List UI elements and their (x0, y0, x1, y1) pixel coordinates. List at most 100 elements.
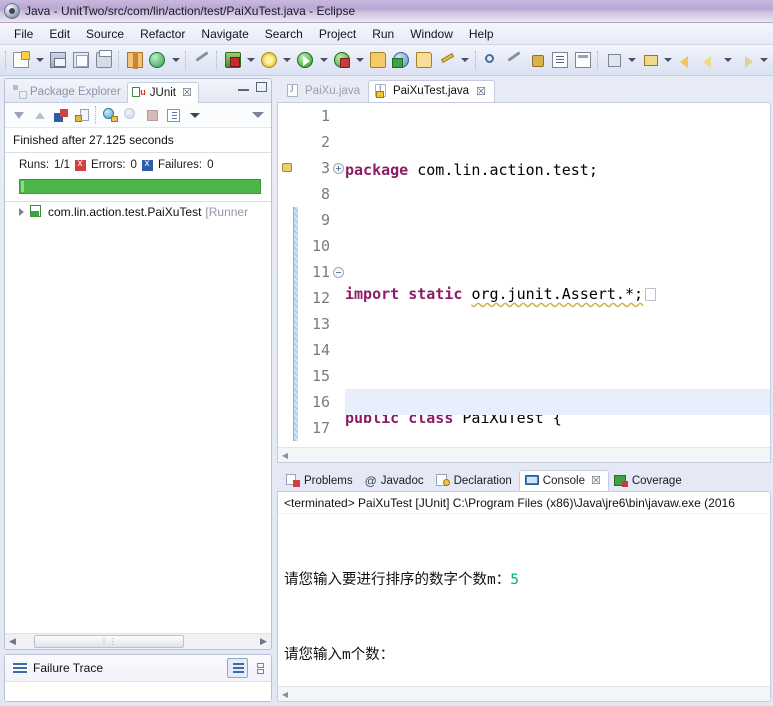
search-dropdown[interactable] (459, 50, 470, 70)
code-area[interactable]: 1 2 3 8 9 10 11 12 13 14 15 16 17 packag… (278, 103, 770, 447)
tab-junit[interactable]: u JUnit ☒ (126, 82, 199, 103)
new-wizard-dropdown[interactable] (34, 50, 45, 70)
tab-declaration[interactable]: Declaration (431, 471, 519, 491)
block-selection-button[interactable] (550, 49, 571, 71)
editor-tab-paixutest[interactable]: PaiXuTest.java ☒ (367, 80, 495, 103)
menu-file[interactable]: File (6, 25, 41, 43)
run-dropdown[interactable] (318, 50, 329, 70)
mark-occurrences-button[interactable] (191, 49, 212, 71)
annotation-ruler[interactable] (278, 103, 299, 447)
coverage-dropdown[interactable] (282, 50, 293, 70)
next-annotation-button[interactable] (481, 49, 502, 71)
scroll-left-icon[interactable]: ◀ (278, 690, 292, 699)
tree-item-test-class[interactable]: com.lin.action.test.PaiXuTest [Runner (5, 202, 271, 222)
debug-dropdown[interactable] (245, 50, 256, 70)
new-class-dropdown[interactable] (170, 50, 181, 70)
close-icon[interactable]: ☒ (182, 86, 192, 99)
history-dropdown-button[interactable] (184, 105, 205, 125)
minimize-icon[interactable] (238, 83, 249, 92)
new-java-class-button[interactable] (147, 49, 168, 71)
menu-search[interactable]: Search (257, 25, 311, 43)
junit-test-tree[interactable]: com.lin.action.test.PaiXuTest [Runner (5, 201, 271, 633)
save-button[interactable] (47, 49, 68, 71)
console-output[interactable]: 请您输入要进行排序的数字个数m：5 请您输入m个数： 10 20 11 5 7 … (278, 514, 770, 686)
editor-tab-paixu[interactable]: PaiXu.java (281, 81, 368, 102)
scroll-thumb[interactable]: ⋮⋮ (34, 635, 184, 648)
rerun-failed-tests-button[interactable] (121, 105, 142, 125)
menu-refactor[interactable]: Refactor (132, 25, 193, 43)
external-tools-button[interactable] (368, 49, 389, 71)
scroll-left-icon[interactable]: ◀ (5, 635, 20, 648)
fold-collapse-icon[interactable] (333, 266, 344, 278)
tab-javadoc[interactable]: @ Javadoc (360, 472, 431, 491)
tab-console[interactable]: Console ☒ (518, 470, 609, 492)
show-whitespace-button[interactable] (573, 49, 594, 71)
chevron-right-icon[interactable] (19, 208, 24, 216)
console-horizontal-scrollbar[interactable]: ◀ (278, 686, 770, 701)
menu-help[interactable]: Help (461, 25, 502, 43)
tab-package-explorer[interactable]: Package Explorer (9, 82, 127, 102)
junit-horizontal-scrollbar[interactable]: ◀ ⋮⋮ ▶ (5, 633, 271, 649)
folding-ruler[interactable] (332, 103, 345, 447)
save-all-button[interactable] (70, 49, 91, 71)
menu-edit[interactable]: Edit (41, 25, 78, 43)
toolbar-separator (5, 51, 7, 69)
editor-body[interactable]: 1 2 3 8 9 10 11 12 13 14 15 16 17 packag… (277, 102, 771, 463)
build-all-button[interactable] (124, 49, 145, 71)
back-history-button[interactable] (699, 49, 720, 71)
scroll-right-icon[interactable]: ▶ (256, 635, 271, 648)
open-type-button[interactable] (391, 49, 412, 71)
debug-button[interactable] (222, 49, 243, 71)
rerun-test-button[interactable] (100, 105, 121, 125)
failure-trace-body[interactable] (5, 682, 271, 701)
code-text[interactable]: package com.lin.action.test; import stat… (345, 103, 770, 447)
show-failures-only-button[interactable] (50, 105, 71, 125)
errors-label: Errors: (91, 159, 126, 171)
back-dropdown[interactable] (722, 50, 733, 70)
menu-run[interactable]: Run (364, 25, 402, 43)
compare-result-button[interactable] (248, 659, 267, 677)
link-dropdown[interactable] (663, 50, 674, 70)
scroll-track[interactable]: ⋮⋮ (20, 635, 256, 648)
new-wizard-button[interactable] (11, 49, 32, 71)
scroll-left-icon[interactable]: ◀ (278, 451, 292, 460)
menu-window[interactable]: Window (402, 25, 461, 43)
close-icon[interactable]: ☒ (591, 474, 601, 487)
run-play-icon (297, 52, 314, 68)
close-icon[interactable]: ☒ (476, 85, 486, 98)
run-coverage-dropdown[interactable] (354, 50, 365, 70)
next-failed-test-button[interactable] (8, 105, 29, 125)
run-button[interactable] (295, 49, 316, 71)
coverage-button[interactable] (259, 49, 280, 71)
menu-navigate[interactable]: Navigate (193, 25, 256, 43)
menu-source[interactable]: Source (78, 25, 132, 43)
junit-counts: Runs: 1/1 Errors: 0 Failures: 0 (5, 153, 271, 175)
forward-dropdown[interactable] (758, 50, 769, 70)
warning-marker-icon[interactable] (280, 161, 294, 175)
editor-horizontal-scrollbar[interactable]: ◀ (278, 447, 770, 462)
previous-failed-test-button[interactable] (29, 105, 50, 125)
test-run-history-button[interactable] (163, 105, 184, 125)
menu-project[interactable]: Project (311, 25, 364, 43)
run-coverage-button[interactable] (331, 49, 352, 71)
console-body[interactable]: <terminated> PaiXuTest [JUnit] C:\Progra… (277, 491, 771, 702)
print-button[interactable] (93, 49, 114, 71)
search-button[interactable] (436, 49, 457, 71)
link-editor-button[interactable] (640, 49, 661, 71)
tab-problems[interactable]: Problems (281, 471, 360, 491)
next-edit-button[interactable] (603, 49, 624, 71)
back-button[interactable] (676, 49, 697, 71)
open-task-button[interactable] (414, 49, 435, 71)
enable-stack-filter-button[interactable] (227, 658, 248, 678)
scroll-lock-button[interactable] (71, 105, 92, 125)
bottom-panel: Problems @ Javadoc Declaration Console ☒ (277, 468, 771, 702)
fold-expand-icon[interactable] (333, 162, 344, 174)
forward-button[interactable] (735, 49, 756, 71)
stop-test-run-button[interactable] (142, 105, 163, 125)
last-edit-location-button[interactable] (527, 49, 548, 71)
tab-coverage[interactable]: Coverage (609, 472, 689, 491)
next-edit-dropdown[interactable] (626, 50, 637, 70)
maximize-icon[interactable] (256, 82, 267, 92)
junit-view-menu-button[interactable] (247, 105, 268, 125)
previous-annotation-button[interactable] (504, 49, 525, 71)
